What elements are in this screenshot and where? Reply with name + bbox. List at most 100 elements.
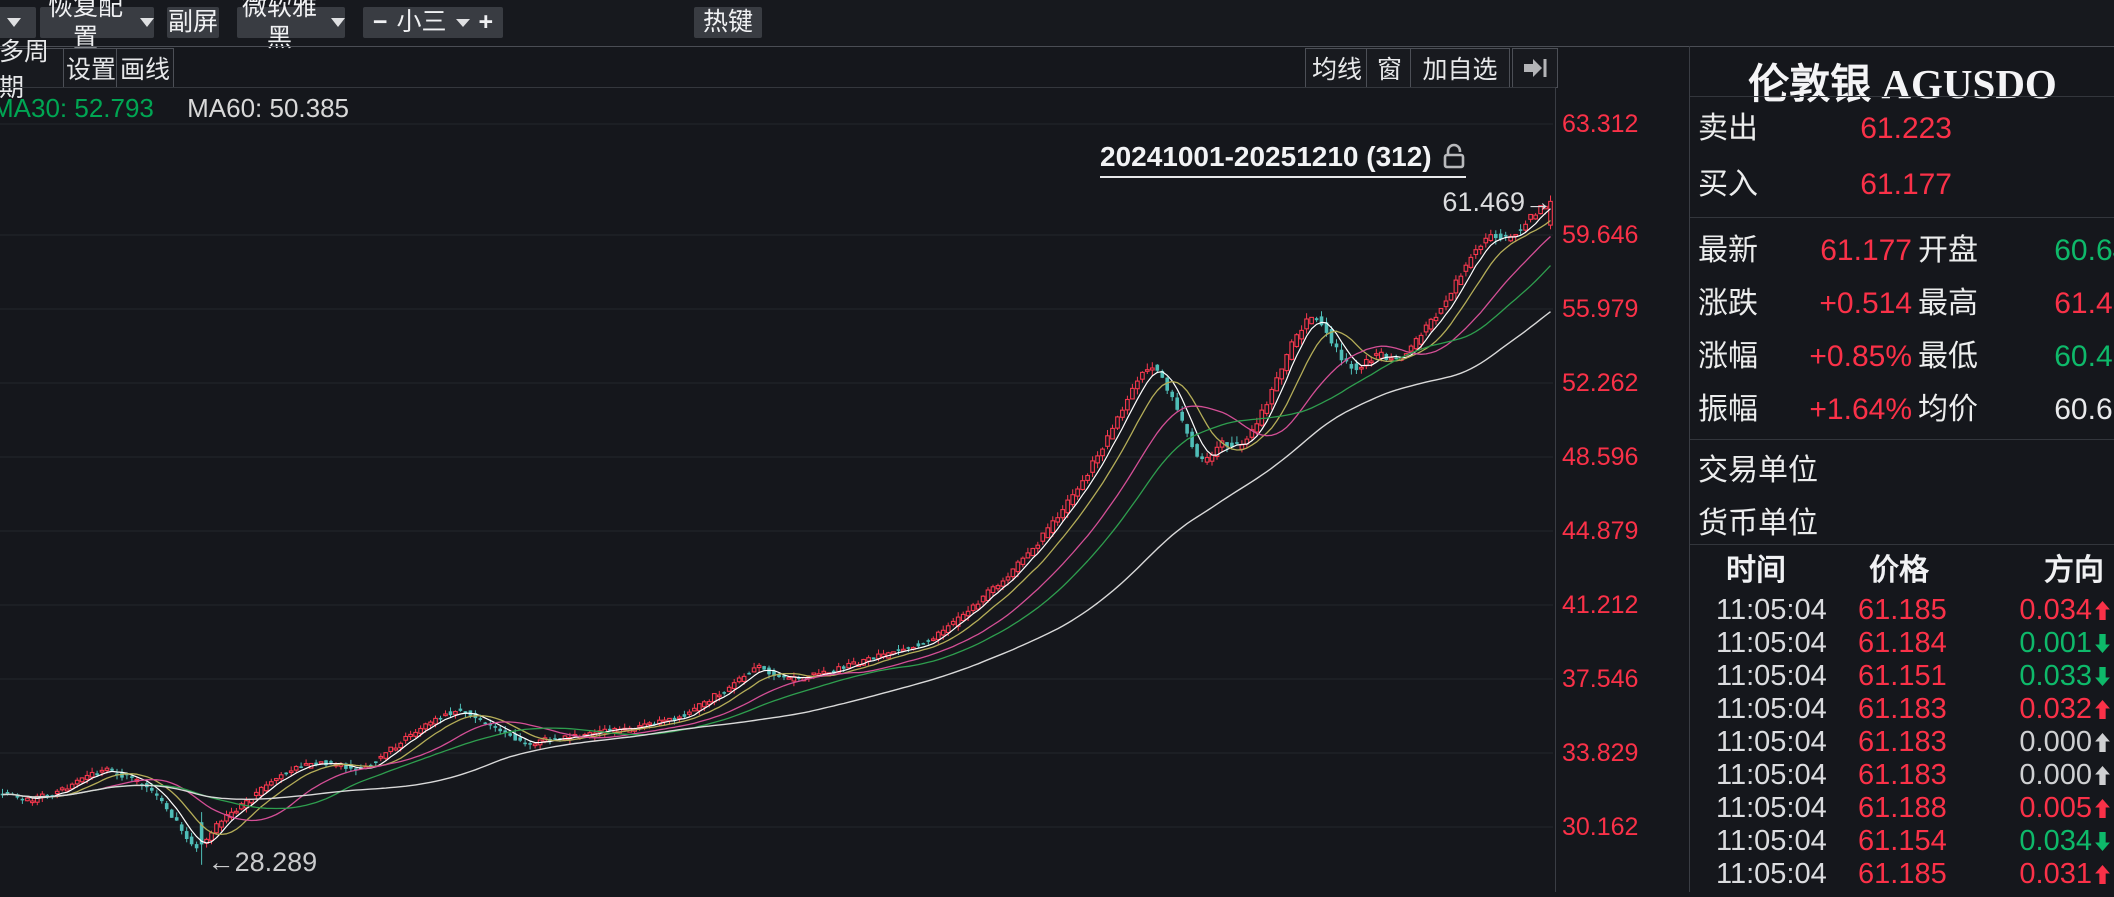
- chevron-down-icon: [7, 18, 21, 27]
- trade-time: 11:05:04: [1716, 825, 1827, 858]
- arrow-down-icon: [2094, 832, 2111, 851]
- stat-value: 60.663: [2020, 383, 2114, 436]
- chevron-down-icon: [140, 18, 154, 27]
- price-tick-label: 59.646: [1562, 222, 1662, 248]
- stat-value: +0.85%: [1780, 330, 1912, 383]
- trade-price: 61.183: [1858, 726, 1947, 759]
- trade-time: 11:05:04: [1716, 858, 1827, 891]
- stat-label: 最低: [1918, 330, 1978, 383]
- stat-row: 涨跌 +0.514 最高 61.469: [1690, 277, 2114, 330]
- secondary-screen-label: 副屏: [168, 7, 218, 38]
- panel-divider: [1690, 217, 2114, 218]
- panel-divider: [1690, 96, 2114, 97]
- price-tick-label: 48.596: [1562, 444, 1662, 470]
- price-tick-label: 33.829: [1562, 740, 1662, 766]
- period-low-annotation: ←28.289: [208, 847, 318, 878]
- arrow-down-icon: [2094, 634, 2111, 653]
- stat-row: 振幅 +1.64% 均价 60.663: [1690, 383, 2114, 436]
- stat-value: +0.514: [1780, 277, 1912, 330]
- trade-time: 11:05:04: [1716, 693, 1827, 726]
- price-tick-label: 63.312: [1562, 111, 1662, 137]
- arrow-down-icon: [2094, 667, 2111, 686]
- trade-change: 0.034: [1990, 825, 2111, 858]
- trade-row[interactable]: 11:05:0461.1830.000: [1690, 759, 2114, 792]
- price-tick-label: 44.879: [1562, 518, 1662, 544]
- trade-change: 0.032: [1990, 693, 2111, 726]
- trade-price: 61.184: [1858, 627, 1947, 660]
- col-time: 时间: [1706, 551, 1806, 591]
- trade-row[interactable]: 11:05:04 61.184 0.001: [1690, 627, 2114, 660]
- trade-change: 0.001: [1990, 627, 2111, 660]
- trade-row[interactable]: 11:05:04 61.188 0.005: [1690, 792, 2114, 825]
- trade-time: 11:05:04: [1716, 660, 1827, 693]
- chart-plot[interactable]: [0, 75, 1556, 897]
- trade-row[interactable]: 11:05:0461.1540.034: [1690, 825, 2114, 858]
- lock-icon[interactable]: [1442, 143, 1466, 169]
- stat-label: 最高: [1918, 277, 1978, 330]
- sell-price: 61.223: [1780, 101, 1952, 156]
- font-size-decrease-button[interactable]: −: [373, 7, 388, 38]
- panel-divider: [1690, 439, 2114, 440]
- trade-time: 11:05:04: [1716, 792, 1827, 825]
- ma30-legend-value: MA30: 52.793: [0, 93, 154, 123]
- font-size-value[interactable]: 小三: [396, 7, 446, 38]
- unit-row: 交易单位 --: [1690, 444, 2114, 497]
- trade-row[interactable]: 11:05:04 61.151 0.033: [1690, 660, 2114, 693]
- stat-value: +1.64%: [1780, 383, 1912, 436]
- candlestick-chart[interactable]: MA30: 52.793 MA60: 50.385 20241001-20251…: [0, 75, 1556, 892]
- unit-row: 货币单位 --: [1690, 497, 2114, 550]
- stat-row: 涨幅 +0.85% 最低 60.476: [1690, 330, 2114, 383]
- arrow-up-icon: [2094, 733, 2111, 752]
- price-tick-label: 52.262: [1562, 370, 1662, 396]
- font-size-increase-button[interactable]: +: [479, 7, 494, 38]
- trade-change: 0.034: [1990, 594, 2111, 627]
- sell-row: 卖出 61.223: [1690, 101, 2114, 156]
- secondary-screen-button[interactable]: 副屏: [167, 7, 219, 38]
- price-tick-label: 55.979: [1562, 296, 1662, 322]
- stat-label: 涨幅: [1698, 330, 1758, 383]
- font-family-dropdown[interactable]: 微软雅黑: [237, 7, 345, 38]
- stat-label: 均价: [1918, 383, 1978, 436]
- font-size-control: − 小三 +: [363, 7, 503, 38]
- trade-change: 0.000: [1990, 726, 2111, 759]
- main-toolbar: 恢复配置 副屏 微软雅黑 − 小三 + 热键: [0, 0, 2114, 46]
- sell-label: 卖出: [1698, 101, 1758, 156]
- panel-divider: [1690, 544, 2114, 545]
- arrow-up-icon: [2094, 700, 2111, 719]
- chevron-down-icon: [331, 18, 345, 27]
- buy-label: 买入: [1698, 156, 1758, 214]
- trade-price: 61.183: [1858, 693, 1947, 726]
- trade-unit-label: 交易单位: [1698, 444, 1818, 497]
- currency-unit-value: --: [1990, 497, 2114, 550]
- stat-value: 61.469: [2020, 277, 2114, 330]
- trade-time: 11:05:04: [1716, 759, 1827, 792]
- stat-value: 61.177: [1780, 224, 1912, 277]
- stat-value: 60.644: [2020, 224, 2114, 277]
- price-tick-label: 41.212: [1562, 592, 1662, 618]
- trade-price: 61.183: [1858, 759, 1947, 792]
- hotkey-button[interactable]: 热键: [694, 7, 762, 38]
- trade-row[interactable]: 11:05:04 61.185 0.031: [1690, 858, 2114, 891]
- trade-price: 61.188: [1858, 792, 1947, 825]
- trade-change: 0.033: [1990, 660, 2111, 693]
- trade-price: 61.151: [1858, 660, 1947, 693]
- trade-price: 61.185: [1858, 858, 1947, 891]
- trade-change: 0.005: [1990, 792, 2111, 825]
- col-price: 价格: [1849, 551, 1949, 591]
- stat-label: 涨跌: [1698, 277, 1758, 330]
- trade-time: 11:05:04: [1716, 726, 1827, 759]
- date-range-text: 20241001-20251210 (312): [1100, 141, 1432, 172]
- arrow-up-icon: [2094, 799, 2111, 818]
- date-range-label[interactable]: 20241001-20251210 (312): [1100, 141, 1466, 178]
- trade-time: 11:05:04: [1716, 627, 1827, 660]
- arrow-up-icon: [2094, 865, 2111, 884]
- arrow-up-icon: [2094, 601, 2111, 620]
- trade-row[interactable]: 11:05:0461.1850.034: [1690, 594, 2114, 627]
- trade-row[interactable]: 11:05:04 61.183 0.032: [1690, 693, 2114, 726]
- trade-unit-value: --: [1990, 444, 2114, 497]
- trade-change: 0.031: [1990, 858, 2111, 891]
- col-direction: 方向: [2024, 551, 2114, 591]
- price-axis-line: [1555, 87, 1556, 892]
- trade-row[interactable]: 11:05:04 61.183 0.000: [1690, 726, 2114, 759]
- stat-label: 振幅: [1698, 383, 1758, 436]
